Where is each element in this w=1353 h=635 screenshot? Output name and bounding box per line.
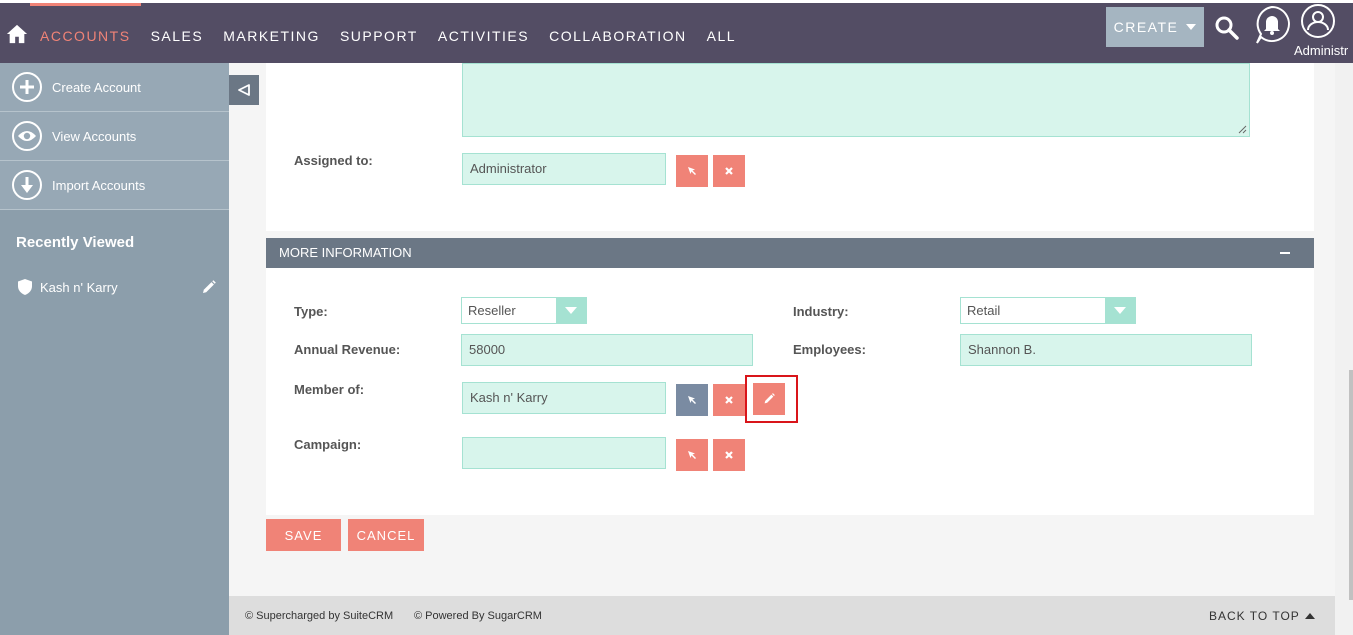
description-textarea[interactable] [462,63,1250,137]
annual-revenue-input[interactable]: 58000 [461,334,753,366]
minus-icon[interactable] [1280,252,1290,254]
sidebar-collapse-button[interactable] [229,75,259,105]
save-button[interactable]: SAVE [266,519,341,551]
chevron-down-icon [556,298,586,323]
type-select[interactable]: Reseller [461,297,587,324]
shield-icon [18,279,32,295]
nav-tab-marketing[interactable]: MARKETING [213,3,330,63]
cursor-arrow-icon [688,167,696,175]
campaign-select-button[interactable] [676,439,708,471]
footer: © Supercharged by SuiteCRM © Powered By … [229,596,1335,635]
industry-select-value: Retail [967,303,1001,318]
caret-down-icon [1186,24,1197,30]
pencil-icon[interactable] [201,279,216,295]
recent-item[interactable]: Kash n' Karry [16,278,216,296]
download-icon [12,170,42,200]
plus-icon [12,72,42,102]
sidebar-import-accounts[interactable]: Import Accounts [0,161,229,210]
chevron-down-icon [1105,298,1135,323]
nav-tab-accounts[interactable]: ACCOUNTS [30,3,141,63]
employees-input[interactable]: Shannon B. [960,334,1252,366]
user-name[interactable]: Administr [1294,43,1348,58]
caret-up-icon [1304,613,1315,619]
cursor-arrow-icon [688,451,696,459]
sidebar: Create Account View Accounts Import Acco… [0,63,229,635]
recent-item-label: Kash n' Karry [40,279,118,295]
member-of-clear-button[interactable] [713,384,745,416]
campaign-label: Campaign: [294,437,362,452]
more-information-header[interactable]: MORE INFORMATION [266,238,1314,268]
nav-tab-support[interactable]: SUPPORT [330,3,428,63]
close-icon [725,396,733,404]
sidebar-item-label: Create Account [52,79,141,95]
sidebar-create-account[interactable]: Create Account [0,63,229,112]
assigned-to-select-button[interactable] [676,155,708,187]
eye-icon [12,121,42,151]
member-of-input[interactable]: Kash n' Karry [462,382,666,414]
search-icon[interactable] [1214,15,1240,41]
bell-icon[interactable] [1253,5,1291,45]
industry-label: Industry: [793,304,849,319]
assigned-to-label: Assigned to: [294,153,373,168]
cancel-button[interactable]: CANCEL [348,519,424,551]
nav-tab-sales[interactable]: SALES [141,3,214,63]
triangle-left-icon [238,84,250,96]
assigned-to-input[interactable]: Administrator [462,153,666,185]
type-label: Type: [294,304,328,319]
recently-viewed-title: Recently Viewed [16,234,135,251]
assigned-to-clear-button[interactable] [713,155,745,187]
type-select-value: Reseller [468,303,516,318]
supercharged-link[interactable]: © Supercharged by SuiteCRM [245,610,393,622]
home-icon[interactable] [6,23,28,45]
create-label: CREATE [1113,19,1179,35]
highlight-box [745,375,798,423]
member-of-label: Member of: [294,382,365,397]
sidebar-item-label: View Accounts [52,128,137,144]
sidebar-item-label: Import Accounts [52,177,146,193]
campaign-input[interactable] [462,437,666,469]
nav-tab-all[interactable]: ALL [697,3,746,63]
member-of-select-button[interactable] [676,384,708,416]
back-to-top-label: BACK TO TOP [1209,609,1300,623]
section-title: MORE INFORMATION [279,245,412,260]
back-to-top-button[interactable]: BACK TO TOP [1209,609,1315,623]
create-button[interactable]: CREATE [1106,7,1204,47]
resize-handle-icon[interactable] [1237,124,1247,134]
powered-link[interactable]: © Powered By SugarCRM [414,610,542,622]
annual-revenue-label: Annual Revenue: [294,342,401,357]
user-avatar-icon[interactable] [1299,3,1337,39]
top-navbar: ACCOUNTS SALES MARKETING SUPPORT ACTIVIT… [0,0,1353,63]
nav-tab-collaboration[interactable]: COLLABORATION [539,3,697,63]
campaign-clear-button[interactable] [713,439,745,471]
nav-tabs: ACCOUNTS SALES MARKETING SUPPORT ACTIVIT… [30,3,746,63]
sidebar-view-accounts[interactable]: View Accounts [0,112,229,161]
cursor-arrow-icon [688,396,696,404]
nav-tab-activities[interactable]: ACTIVITIES [428,3,539,63]
close-icon [725,167,733,175]
scrollbar-thumb[interactable] [1349,370,1353,600]
industry-select[interactable]: Retail [960,297,1136,324]
employees-label: Employees: [793,342,866,357]
close-icon [725,451,733,459]
